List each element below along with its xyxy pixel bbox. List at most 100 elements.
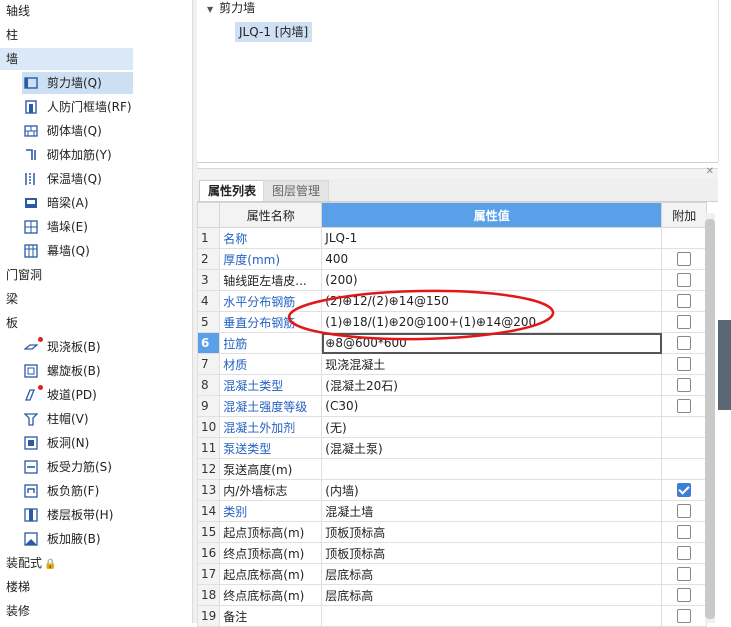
- extra-checkbox[interactable]: [677, 588, 692, 603]
- row-number: 5: [196, 311, 221, 333]
- extra-cell[interactable]: [661, 479, 708, 501]
- hidden-beam-icon: [25, 198, 37, 208]
- property-row[interactable]: 7 材质 现浇混凝土: [196, 353, 708, 375]
- close-icon[interactable]: ✕: [706, 166, 714, 177]
- row-number: 8: [196, 374, 221, 396]
- property-name: 终点底标高(m): [219, 584, 323, 606]
- nav-item-label: 板受力筋(S): [47, 460, 112, 474]
- extra-checkbox[interactable]: [677, 546, 692, 561]
- property-row[interactable]: 2 厚度(mm) 400: [196, 248, 708, 270]
- property-row[interactable]: 12 泵送高度(m): [196, 458, 708, 480]
- property-value[interactable]: 层底标高: [321, 563, 663, 585]
- tab-property-list[interactable]: 属性列表: [199, 180, 266, 201]
- extra-checkbox[interactable]: [677, 567, 692, 582]
- tree-node-shear-wall[interactable]: ▼ 剪力墙: [207, 0, 255, 16]
- property-row[interactable]: 5 垂直分布钢筋 (1)⊕18/(1)⊕20@100+(1)⊕14@200: [196, 311, 708, 333]
- nav-category-slab[interactable]: 板: [6, 312, 18, 334]
- nav-category-beam[interactable]: 梁: [6, 288, 18, 310]
- extra-checkbox[interactable]: [677, 378, 692, 393]
- extra-checkbox[interactable]: [677, 483, 692, 498]
- extra-checkbox[interactable]: [677, 315, 692, 330]
- extra-cell[interactable]: [661, 395, 708, 417]
- slab-negative-rebar-icon: [24, 484, 38, 498]
- property-row[interactable]: 9 混凝土强度等级 (C30): [196, 395, 708, 417]
- property-value[interactable]: (2)⊕12/(2)⊕14@150: [321, 290, 663, 312]
- property-row[interactable]: 13 内/外墙标志 (内墙): [196, 479, 708, 501]
- property-row[interactable]: 18 终点底标高(m) 层底标高: [196, 584, 708, 606]
- extra-cell[interactable]: [661, 605, 708, 627]
- row-number: 3: [196, 269, 221, 291]
- property-row[interactable]: 16 终点顶标高(m) 顶板顶标高: [196, 542, 708, 564]
- property-value[interactable]: [321, 605, 663, 627]
- nav-category-axis[interactable]: 轴线: [6, 0, 30, 22]
- property-value[interactable]: 顶板顶标高: [321, 521, 663, 543]
- expand-triangle-icon[interactable]: ▼: [207, 5, 213, 14]
- extra-cell[interactable]: [661, 248, 708, 270]
- property-value-header: 属性值: [321, 202, 663, 228]
- property-value[interactable]: (内墙): [321, 479, 663, 501]
- extra-checkbox[interactable]: [677, 504, 692, 519]
- extra-cell[interactable]: [661, 584, 708, 606]
- property-row[interactable]: 3 轴线距左墙皮... (200): [196, 269, 708, 291]
- property-value[interactable]: 顶板顶标高: [321, 542, 663, 564]
- property-value[interactable]: 混凝土墙: [321, 500, 663, 522]
- extra-cell[interactable]: [661, 374, 708, 396]
- extra-checkbox[interactable]: [677, 294, 692, 309]
- tab-layer-management[interactable]: 图层管理: [263, 180, 330, 201]
- property-row[interactable]: 4 水平分布钢筋 (2)⊕12/(2)⊕14@150: [196, 290, 708, 312]
- property-row[interactable]: 1 名称 JLQ-1: [196, 227, 708, 249]
- property-row[interactable]: 15 起点顶标高(m) 顶板顶标高: [196, 521, 708, 543]
- property-row[interactable]: 19 备注: [196, 605, 708, 627]
- extra-checkbox[interactable]: [677, 252, 692, 267]
- nav-category-prefab[interactable]: 装配式 🔒: [6, 552, 56, 574]
- property-value[interactable]: (200): [321, 269, 663, 291]
- extra-checkbox[interactable]: [677, 357, 692, 372]
- property-row[interactable]: 8 混凝土类型 (混凝土20石): [196, 374, 708, 396]
- property-value[interactable]: (C30): [321, 395, 663, 417]
- extra-checkbox[interactable]: [677, 399, 692, 414]
- property-row[interactable]: 10 混凝土外加剂 (无): [196, 416, 708, 438]
- row-number: 1: [196, 227, 221, 249]
- extra-cell[interactable]: [661, 542, 708, 564]
- property-name: 泵送高度(m): [219, 458, 323, 480]
- nav-category-stairs[interactable]: 楼梯: [6, 576, 30, 598]
- extra-cell[interactable]: [661, 521, 708, 543]
- vertical-scrollbar[interactable]: [705, 213, 715, 623]
- property-row[interactable]: 14 类别 混凝土墙: [196, 500, 708, 522]
- property-value[interactable]: (混凝土泵): [321, 437, 663, 459]
- property-value[interactable]: [321, 458, 663, 480]
- nav-category-door-window-opening[interactable]: 门窗洞: [6, 264, 42, 286]
- property-row[interactable]: 17 起点底标高(m) 层底标高: [196, 563, 708, 585]
- property-value[interactable]: (无): [321, 416, 663, 438]
- extra-cell[interactable]: [661, 332, 708, 354]
- property-row[interactable]: 11 泵送类型 (混凝土泵): [196, 437, 708, 459]
- nav-category-column[interactable]: 柱: [6, 24, 18, 46]
- property-value[interactable]: 现浇混凝土: [321, 353, 663, 375]
- extra-checkbox[interactable]: [677, 525, 692, 540]
- property-value[interactable]: ⊕8@600*600: [321, 332, 663, 354]
- extra-cell[interactable]: [661, 500, 708, 522]
- nav-category-decoration[interactable]: 装修: [6, 600, 30, 622]
- extra-cell[interactable]: [661, 290, 708, 312]
- property-value[interactable]: (1)⊕18/(1)⊕20@100+(1)⊕14@200: [321, 311, 663, 333]
- extra-checkbox[interactable]: [677, 273, 692, 288]
- property-value[interactable]: 400: [321, 248, 663, 270]
- scrollbar-thumb[interactable]: [705, 219, 715, 619]
- nav-item-shear-wall[interactable]: 剪力墙(Q): [22, 72, 133, 94]
- property-value[interactable]: (混凝土20石): [321, 374, 663, 396]
- extra-cell[interactable]: [661, 269, 708, 291]
- extra-cell[interactable]: [661, 353, 708, 375]
- nav-category-wall[interactable]: 墙: [0, 48, 133, 70]
- extra-cell[interactable]: [661, 311, 708, 333]
- extra-checkbox[interactable]: [677, 609, 692, 624]
- extra-cell[interactable]: [661, 563, 708, 585]
- extra-cell: [661, 227, 708, 249]
- row-number: 10: [196, 416, 221, 438]
- extra-checkbox[interactable]: [677, 336, 692, 351]
- extra-cell: [661, 416, 708, 438]
- property-row[interactable]: 6 拉筋 ⊕8@600*600: [196, 332, 708, 354]
- property-value[interactable]: JLQ-1: [321, 227, 663, 249]
- property-value[interactable]: 层底标高: [321, 584, 663, 606]
- side-collapse-handle[interactable]: [718, 320, 731, 410]
- tree-item-jlq-1[interactable]: JLQ-1 [内墙]: [235, 22, 313, 42]
